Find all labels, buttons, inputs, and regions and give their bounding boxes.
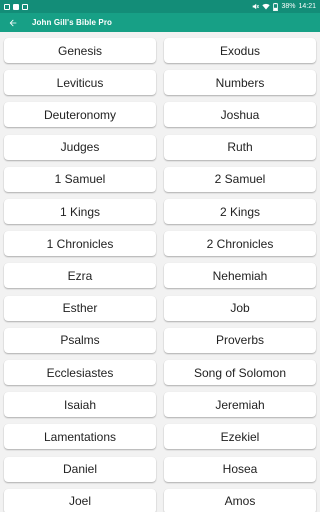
app-title: John Gill's Bible Pro — [32, 18, 113, 27]
book-button[interactable]: Exodus — [164, 38, 316, 63]
book-button[interactable]: Nehemiah — [164, 263, 316, 289]
status-system: 38% 14:21 — [252, 0, 316, 13]
book-button[interactable]: Psalms — [4, 327, 156, 353]
notification-icon — [4, 3, 10, 10]
book-button[interactable]: Joshua — [164, 102, 316, 128]
battery-percent: 38% — [281, 3, 296, 10]
book-button[interactable]: Lamentations — [4, 424, 156, 450]
book-button[interactable]: 1 Kings — [4, 199, 156, 224]
book-button[interactable]: Isaiah — [4, 392, 156, 418]
book-button[interactable]: Esther — [4, 295, 156, 321]
status-notifications — [4, 3, 28, 10]
book-button[interactable]: Ruth — [164, 134, 316, 160]
status-bar: 38% 14:21 — [0, 0, 320, 13]
notification-icon — [22, 3, 28, 10]
app-bar: John Gill's Bible Pro — [0, 13, 320, 32]
book-button[interactable]: Job — [164, 295, 316, 321]
status-time: 14:21 — [298, 3, 316, 10]
arrow-left-icon — [9, 19, 17, 26]
book-button[interactable]: Joel — [4, 488, 156, 512]
book-button[interactable]: 1 Samuel — [4, 166, 156, 192]
book-button[interactable]: Amos — [164, 488, 316, 512]
book-button[interactable]: Deuteronomy — [4, 102, 156, 128]
book-button[interactable]: Daniel — [4, 456, 156, 482]
book-button[interactable]: Numbers — [164, 70, 316, 96]
book-button[interactable]: Judges — [4, 134, 156, 160]
book-grid: Genesis Exodus Leviticus Numbers Deuteronomy… — [0, 32, 320, 512]
battery-icon — [273, 2, 279, 11]
book-button[interactable]: 2 Kings — [164, 199, 316, 224]
wifi-icon — [262, 3, 271, 10]
book-button[interactable]: Genesis — [4, 38, 156, 63]
book-button[interactable]: 2 Samuel — [164, 166, 316, 192]
book-button[interactable]: Leviticus — [4, 70, 156, 96]
book-button[interactable]: Ezekiel — [164, 424, 316, 450]
book-button[interactable]: Jeremiah — [164, 392, 316, 418]
book-button[interactable]: 1 Chronicles — [4, 231, 156, 257]
book-button[interactable]: Hosea — [164, 456, 316, 482]
back-button[interactable] — [0, 13, 26, 32]
book-button[interactable]: Proverbs — [164, 327, 316, 353]
mute-icon — [252, 3, 260, 10]
notification-icon — [13, 3, 19, 10]
book-button[interactable]: 2 Chronicles — [164, 231, 316, 257]
book-button[interactable]: Ezra — [4, 263, 156, 289]
book-button[interactable]: Song of Solomon — [164, 360, 316, 385]
book-button[interactable]: Ecclesiastes — [4, 360, 156, 385]
